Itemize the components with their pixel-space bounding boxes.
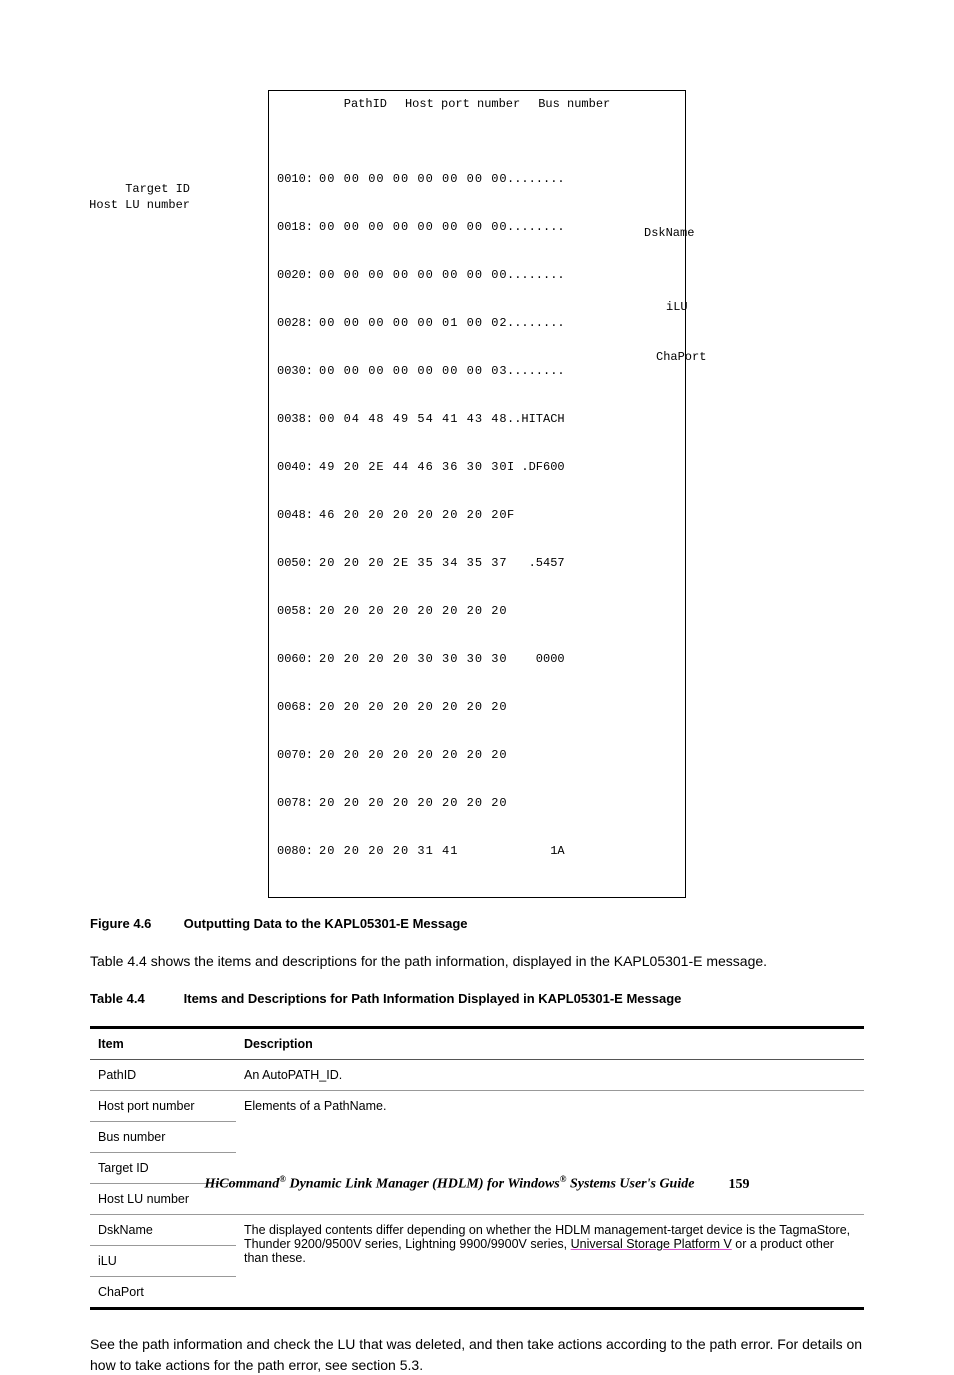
hex-bytes: 20 20 20 20 20 20 20 20: [319, 795, 499, 811]
hex-bytes: 00 00 00 00 00 00 00 00: [319, 219, 499, 235]
hex-addr: 0020:: [277, 267, 319, 283]
hex-addr: 0030:: [277, 363, 319, 379]
label-bus: Bus number: [538, 97, 610, 111]
figure-title: Outputting Data to the KAPL05301-E Messa…: [184, 916, 468, 931]
hex-addr: 0050:: [277, 555, 319, 571]
hex-bytes: 20 20 20 20 20 20 20 20: [319, 747, 499, 763]
footer-text-1: Dynamic Link Manager (HDLM) for Windows: [286, 1177, 560, 1192]
reg-mark-icon: ®: [560, 1174, 567, 1184]
hex-addr: 0040:: [277, 459, 319, 475]
hex-addr: 0018:: [277, 219, 319, 235]
table-row: DskName The displayed contents differ de…: [90, 1215, 864, 1246]
hex-rows: 0010:00 00 00 00 00 00 00 00........ 001…: [277, 139, 677, 891]
hex-ascii: [499, 795, 577, 811]
cell-item: Bus number: [90, 1122, 236, 1153]
cell-desc: An AutoPATH_ID.: [236, 1060, 864, 1091]
hex-addr: 0028:: [277, 315, 319, 331]
hex-addr: 0060:: [277, 651, 319, 667]
page-number: 159: [728, 1177, 749, 1192]
label-host-lu: Host LU number: [86, 198, 190, 212]
reg-mark-icon: ®: [279, 1174, 286, 1184]
hex-ascii: ........: [499, 363, 577, 379]
cell-item: Host port number: [90, 1091, 236, 1122]
hex-addr: 0078:: [277, 795, 319, 811]
page-footer: HiCommand® Dynamic Link Manager (HDLM) f…: [0, 1174, 954, 1193]
hex-ascii: ........: [499, 219, 577, 235]
hex-bytes: 00 00 00 00 00 00 00 00: [319, 267, 499, 283]
hex-addr: 0080:: [277, 843, 319, 859]
th-item: Item: [90, 1028, 236, 1060]
hex-addr: 0010:: [277, 171, 319, 187]
figure-caption: Figure 4.6 Outputting Data to the KAPL05…: [90, 916, 864, 931]
hex-bytes: 00 00 00 00 00 00 00 03: [319, 363, 499, 379]
hex-ascii: [499, 603, 577, 619]
cell-item: iLU: [90, 1246, 236, 1277]
label-target-id: Target ID: [86, 182, 190, 196]
hex-ascii: ........: [499, 267, 577, 283]
diagram-top-labels: PathID Host port number Bus number: [277, 97, 677, 111]
hex-bytes: 20 20 20 2E 35 34 35 37: [319, 555, 499, 571]
hexdump-diagram: Target ID Host LU number DskName iLU Cha…: [196, 90, 758, 898]
hex-ascii: 1A: [499, 843, 577, 859]
hex-bytes: 20 20 20 20 31 41: [319, 843, 499, 859]
cell-desc: The displayed contents differ depending …: [236, 1215, 864, 1309]
hex-bytes: 00 00 00 00 00 00 00 00: [319, 171, 499, 187]
th-description: Description: [236, 1028, 864, 1060]
label-pathid: PathID: [344, 97, 387, 111]
hex-ascii: .5457: [499, 555, 577, 571]
hex-ascii: 0000: [499, 651, 577, 667]
hex-ascii: F: [499, 507, 577, 523]
paragraph-intro-table: Table 4.4 shows the items and descriptio…: [90, 951, 864, 971]
hex-addr: 0068:: [277, 699, 319, 715]
cell-item: ChaPort: [90, 1277, 236, 1309]
table-number: Table 4.4: [90, 991, 180, 1006]
hex-ascii: ..HITACH: [499, 411, 577, 427]
hex-ascii: ........: [499, 171, 577, 187]
hex-bytes: 46 20 20 20 20 20 20 20: [319, 507, 499, 523]
figure-number: Figure 4.6: [90, 916, 180, 931]
hex-ascii: [499, 699, 577, 715]
cell-desc: Elements of a PathName.: [236, 1091, 864, 1215]
hex-bytes: 20 20 20 20 20 20 20 20: [319, 603, 499, 619]
table-row: Host port number Elements of a PathName.: [90, 1091, 864, 1122]
hex-bytes: 20 20 20 20 30 30 30 30: [319, 651, 499, 667]
cell-item: DskName: [90, 1215, 236, 1246]
hex-bytes: 20 20 20 20 20 20 20 20: [319, 699, 499, 715]
hex-addr: 0038:: [277, 411, 319, 427]
table-caption: Table 4.4 Items and Descriptions for Pat…: [90, 991, 864, 1006]
hex-addr: 0058:: [277, 603, 319, 619]
cell-item: PathID: [90, 1060, 236, 1091]
hex-ascii: ........: [499, 315, 577, 331]
table-row: PathID An AutoPATH_ID.: [90, 1060, 864, 1091]
hex-bytes: 00 04 48 49 54 41 43 48: [319, 411, 499, 427]
hex-addr: 0048:: [277, 507, 319, 523]
footer-text-2: Systems User's Guide: [567, 1177, 695, 1192]
paragraph-actions: See the path information and check the L…: [90, 1334, 864, 1375]
hex-ascii: I .DF600: [499, 459, 577, 475]
hex-ascii: [499, 747, 577, 763]
hex-bytes: 00 00 00 00 00 01 00 02: [319, 315, 499, 331]
hex-bytes: 49 20 2E 44 46 36 30 30: [319, 459, 499, 475]
footer-brand: HiCommand: [205, 1177, 280, 1192]
link-usp-v[interactable]: Universal Storage Platform V: [571, 1237, 732, 1251]
hex-addr: 0070:: [277, 747, 319, 763]
path-info-table: Item Description PathID An AutoPATH_ID. …: [90, 1026, 864, 1310]
label-hostport: Host port number: [405, 97, 520, 111]
table-title: Items and Descriptions for Path Informat…: [184, 991, 682, 1006]
